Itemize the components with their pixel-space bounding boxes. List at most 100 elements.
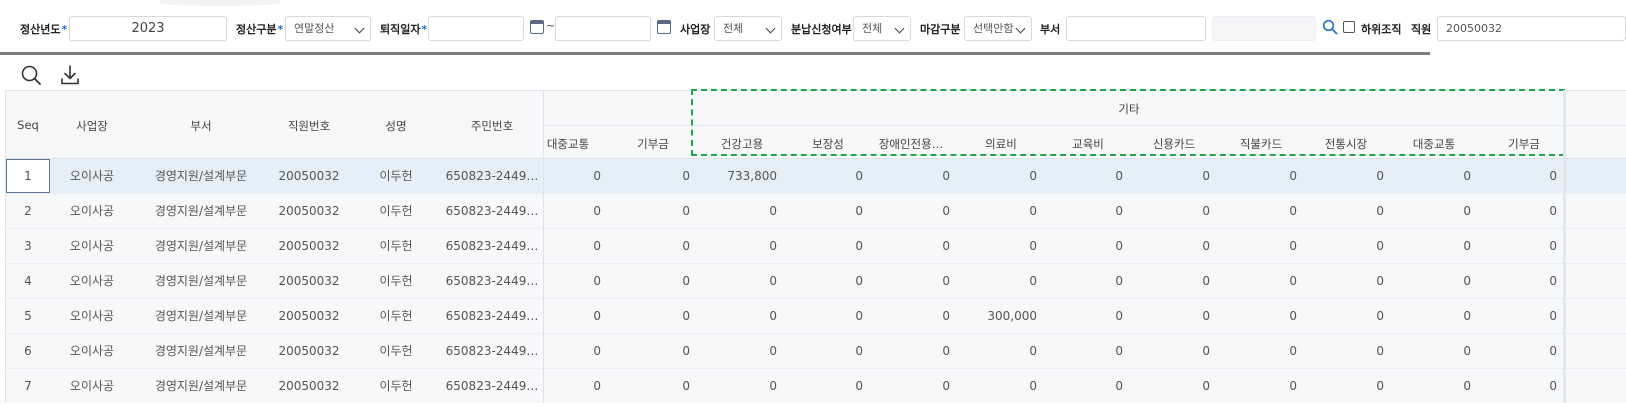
cell-amount[interactable]: 0 bbox=[687, 299, 777, 333]
cell-amount[interactable]: 0 bbox=[773, 299, 863, 333]
cell-amount[interactable]: 0 bbox=[1033, 194, 1123, 228]
cell-amount[interactable]: 0 bbox=[860, 229, 950, 263]
cell-name[interactable]: 이두헌 bbox=[350, 194, 442, 228]
cell-emp-no[interactable]: 20050032 bbox=[268, 299, 350, 333]
workplace-select[interactable]: 전체 bbox=[714, 16, 782, 41]
employee-input[interactable]: 20050032 bbox=[1437, 16, 1626, 41]
cell-amount[interactable]: 0 bbox=[1294, 299, 1384, 333]
cell-amount[interactable]: 0 bbox=[1120, 264, 1210, 298]
cell-name[interactable]: 이두헌 bbox=[350, 369, 442, 403]
cell-amount[interactable]: 0 bbox=[1381, 369, 1471, 403]
cell-amount[interactable]: 0 bbox=[1381, 299, 1471, 333]
table-row[interactable]: 4 오이사공 경영지원/설계부문 20050032 이두헌 650823-2449… 0 0 0… bbox=[6, 264, 1626, 299]
cell-amount[interactable]: 0 bbox=[687, 369, 777, 403]
dept-input[interactable] bbox=[1066, 16, 1206, 41]
cell-amount[interactable]: 0 bbox=[1381, 334, 1471, 368]
closing-select[interactable]: 선택안함 bbox=[964, 16, 1032, 41]
cell-amount[interactable]: 0 bbox=[1120, 334, 1210, 368]
cell-amount[interactable]: 0 bbox=[860, 299, 950, 333]
retire-date-from[interactable] bbox=[428, 16, 524, 41]
cell-name[interactable]: 이두헌 bbox=[350, 264, 442, 298]
cell-amount[interactable]: 0 bbox=[1207, 299, 1297, 333]
cell-dept[interactable]: 경영지원/설계부문 bbox=[134, 334, 268, 368]
cell-amount[interactable]: 0 bbox=[1120, 159, 1210, 193]
cell-amount[interactable]: 0 bbox=[1207, 159, 1297, 193]
cell-dept[interactable]: 경영지원/설계부문 bbox=[134, 229, 268, 263]
cell-emp-no[interactable]: 20050032 bbox=[268, 159, 350, 193]
cell-amount[interactable]: 0 bbox=[947, 264, 1037, 298]
cell-amount[interactable]: 0 bbox=[1294, 334, 1384, 368]
cell-amount[interactable]: 0 bbox=[1467, 334, 1557, 368]
header-name[interactable]: 성명 bbox=[350, 118, 442, 134]
cell-workplace[interactable]: 오이사공 bbox=[50, 229, 134, 263]
cell-amount[interactable]: 0 bbox=[860, 194, 950, 228]
header-seq[interactable]: Seq bbox=[6, 118, 50, 132]
cell-amount[interactable]: 0 bbox=[1294, 264, 1384, 298]
header-rrn[interactable]: 주민번호 bbox=[442, 118, 542, 134]
cell-dept[interactable]: 경영지원/설계부문 bbox=[134, 159, 268, 193]
cell-amount[interactable]: 0 bbox=[1120, 194, 1210, 228]
cell-seq[interactable]: 4 bbox=[6, 264, 50, 298]
cell-amount[interactable]: 0 bbox=[773, 159, 863, 193]
cell-amount[interactable]: 0 bbox=[687, 334, 777, 368]
calendar-icon[interactable] bbox=[530, 20, 544, 34]
header-donation[interactable]: 기부금 bbox=[629, 136, 677, 152]
cell-amount[interactable]: 0 bbox=[1294, 194, 1384, 228]
header-dept[interactable]: 부서 bbox=[134, 118, 268, 134]
header-emp-no[interactable]: 직원번호 bbox=[268, 118, 350, 134]
cell-amount[interactable]: 0 bbox=[947, 194, 1037, 228]
table-row[interactable]: 7 오이사공 경영지원/설계부문 20050032 이두헌 650823-2449… 0 0 0… bbox=[6, 369, 1626, 403]
cell-amount[interactable]: 0 bbox=[1381, 264, 1471, 298]
header-medical[interactable]: 의료비 bbox=[971, 136, 1031, 152]
cell-name[interactable]: 이두헌 bbox=[350, 299, 442, 333]
installment-select[interactable]: 전체 bbox=[853, 16, 911, 41]
cell-amount[interactable]: 0 bbox=[773, 194, 863, 228]
header-public-transit-2[interactable]: 대중교통 bbox=[1404, 136, 1464, 152]
cell-amount[interactable]: 0 bbox=[511, 299, 601, 333]
cell-amount[interactable]: 0 bbox=[1467, 159, 1557, 193]
cell-workplace[interactable]: 오이사공 bbox=[50, 299, 134, 333]
cell-amount[interactable]: 0 bbox=[1467, 369, 1557, 403]
cell-emp-no[interactable]: 20050032 bbox=[268, 334, 350, 368]
cell-amount[interactable]: 0 bbox=[1033, 369, 1123, 403]
table-row[interactable]: 2 오이사공 경영지원/설계부문 20050032 이두헌 650823-2449… 0 0 0… bbox=[6, 194, 1626, 229]
cell-name[interactable]: 이두헌 bbox=[350, 159, 442, 193]
cell-name[interactable]: 이두헌 bbox=[350, 229, 442, 263]
cell-amount[interactable]: 0 bbox=[1467, 194, 1557, 228]
cell-amount[interactable]: 0 bbox=[600, 299, 690, 333]
cell-amount[interactable]: 0 bbox=[1033, 299, 1123, 333]
cell-emp-no[interactable]: 20050032 bbox=[268, 369, 350, 403]
cell-amount[interactable]: 0 bbox=[773, 229, 863, 263]
cell-name[interactable]: 이두헌 bbox=[350, 334, 442, 368]
header-credit-card[interactable]: 신용카드 bbox=[1144, 136, 1204, 152]
cell-amount[interactable]: 0 bbox=[600, 264, 690, 298]
header-education[interactable]: 교육비 bbox=[1058, 136, 1118, 152]
cell-amount[interactable]: 0 bbox=[1033, 159, 1123, 193]
header-debit-card[interactable]: 직불카드 bbox=[1231, 136, 1291, 152]
cell-amount[interactable]: 0 bbox=[511, 369, 601, 403]
calendar-icon[interactable] bbox=[657, 20, 671, 34]
cell-amount[interactable]: 0 bbox=[947, 159, 1037, 193]
cell-amount[interactable]: 0 bbox=[773, 264, 863, 298]
cell-amount[interactable]: 0 bbox=[600, 334, 690, 368]
cell-dept[interactable]: 경영지원/설계부문 bbox=[134, 369, 268, 403]
cell-amount[interactable]: 0 bbox=[687, 264, 777, 298]
year-input[interactable]: 2023 bbox=[69, 16, 227, 41]
cell-amount[interactable]: 0 bbox=[1120, 299, 1210, 333]
cell-amount[interactable]: 0 bbox=[1207, 264, 1297, 298]
header-public-transit[interactable]: 대중교통 bbox=[544, 136, 592, 152]
cell-amount[interactable]: 0 bbox=[1294, 229, 1384, 263]
cell-amount[interactable]: 0 bbox=[773, 334, 863, 368]
cell-seq[interactable]: 5 bbox=[6, 299, 50, 333]
cell-workplace[interactable]: 오이사공 bbox=[50, 159, 134, 193]
sub-org-checkbox[interactable] bbox=[1343, 21, 1355, 33]
cell-amount[interactable]: 0 bbox=[511, 229, 601, 263]
cell-seq[interactable]: 2 bbox=[6, 194, 50, 228]
cell-amount[interactable]: 0 bbox=[1207, 229, 1297, 263]
table-row[interactable]: 1 오이사공 경영지원/설계부문 20050032 이두헌 650823-2449… 0 0 7… bbox=[6, 159, 1626, 194]
cell-workplace[interactable]: 오이사공 bbox=[50, 369, 134, 403]
cell-amount[interactable]: 0 bbox=[600, 159, 690, 193]
cell-amount[interactable]: 0 bbox=[947, 369, 1037, 403]
cell-amount[interactable]: 0 bbox=[860, 264, 950, 298]
download-icon[interactable] bbox=[59, 64, 81, 86]
